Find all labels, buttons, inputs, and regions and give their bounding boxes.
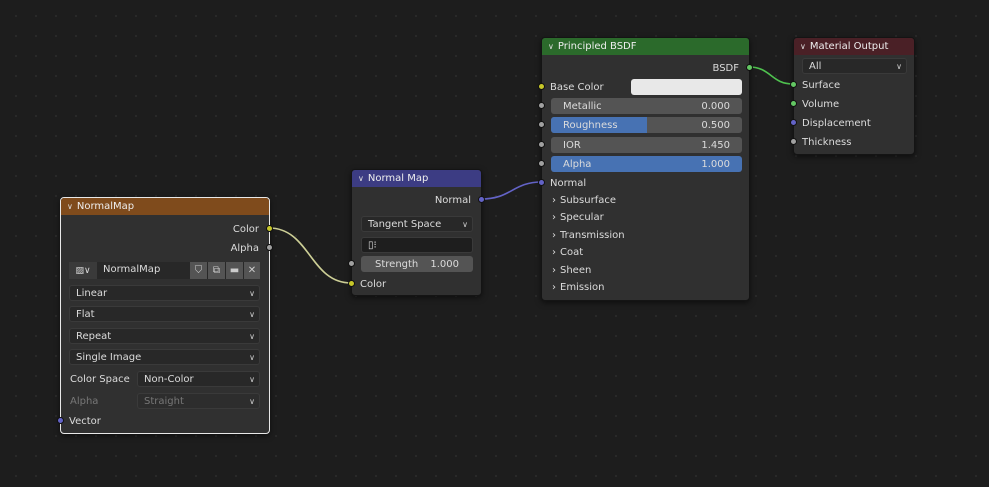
color-space-label: Color Space <box>70 374 130 385</box>
alpha-mode-dropdown: Straight ∨ <box>137 393 260 409</box>
alpha-slider[interactable]: Alpha 1.000 <box>551 156 742 172</box>
socket-volume[interactable] <box>790 100 797 107</box>
panel-coat[interactable]: › Coat <box>552 244 583 260</box>
chevron-right-icon: › <box>552 246 556 258</box>
node-title: Material Output <box>809 41 889 52</box>
principled-bsdf-node[interactable]: ∨ Principled BSDF BSDF Base Color Metalli… <box>538 37 753 301</box>
output-normal: Normal <box>434 194 471 206</box>
socket-strength[interactable] <box>348 260 355 267</box>
chevron-right-icon: › <box>552 281 556 293</box>
extension-dropdown[interactable]: Repeat ∨ <box>69 328 260 344</box>
node-header[interactable]: ∨ Normal Map <box>352 170 481 187</box>
fake-user-shield-icon[interactable]: ⛉ <box>190 262 207 279</box>
material-output-node[interactable]: ∨ Material Output All ∨ Surface Volume Dis… <box>790 37 915 155</box>
panel-sheen[interactable]: › Sheen <box>552 262 591 278</box>
image-name-field[interactable]: NormalMap <box>103 264 160 275</box>
output-bsdf: BSDF <box>712 62 739 74</box>
link-color <box>268 227 352 284</box>
duplicate-icon[interactable]: ⧉ <box>208 262 225 279</box>
projection-dropdown[interactable]: Flat ∨ <box>69 306 260 322</box>
chevron-right-icon: › <box>552 264 556 276</box>
node-header[interactable]: ∨ NormalMap <box>61 198 269 215</box>
input-color: Color <box>360 278 387 290</box>
socket-ior[interactable] <box>538 141 545 148</box>
socket-base-color[interactable] <box>538 83 545 90</box>
input-thickness: Thickness <box>802 136 852 148</box>
input-vector: Vector <box>69 415 101 427</box>
strength-slider[interactable]: Strength 1.000 <box>361 256 473 272</box>
socket-surface[interactable] <box>790 81 797 88</box>
node-title: Principled BSDF <box>557 41 637 52</box>
output-alpha: Alpha <box>230 242 259 254</box>
socket-normal-out[interactable] <box>478 196 485 203</box>
source-dropdown[interactable]: Single Image ∨ <box>69 349 260 365</box>
normal-map-node[interactable]: ∨ Normal Map Normal Tangent Space ∨ ▯⁝ Str… <box>348 169 485 296</box>
input-normal: Normal <box>550 177 587 189</box>
roughness-slider[interactable]: Roughness 0.500 <box>551 117 742 133</box>
chevron-right-icon: › <box>552 211 556 223</box>
socket-thickness[interactable] <box>790 138 797 145</box>
chevron-down-icon[interactable]: ∨ <box>67 202 73 211</box>
chevron-right-icon: › <box>552 229 556 241</box>
image-icon: ▨∨ <box>75 265 91 276</box>
socket-roughness[interactable] <box>538 121 545 128</box>
socket-bsdf[interactable] <box>746 64 753 71</box>
chevron-down-icon[interactable]: ∨ <box>548 42 554 51</box>
interpolation-dropdown[interactable]: Linear ∨ <box>69 285 260 301</box>
target-dropdown[interactable]: All ∨ <box>802 58 907 74</box>
panel-specular[interactable]: › Specular <box>552 209 604 225</box>
close-icon[interactable]: ✕ <box>244 262 260 279</box>
socket-color[interactable] <box>266 225 273 232</box>
panel-emission[interactable]: › Emission <box>552 279 605 295</box>
image-selector: ▨∨ NormalMap ⛉ ⧉ ▬ ✕ <box>69 262 260 279</box>
input-surface: Surface <box>802 79 841 91</box>
socket-alpha[interactable] <box>538 160 545 167</box>
node-header[interactable]: ∨ Principled BSDF <box>542 38 749 55</box>
socket-vector[interactable] <box>57 417 64 424</box>
panel-transmission[interactable]: › Transmission <box>552 227 625 243</box>
uv-icon: ▯⁝ <box>368 239 377 251</box>
panel-subsurface[interactable]: › Subsurface <box>552 192 616 208</box>
ior-slider[interactable]: IOR 1.450 <box>551 137 742 153</box>
node-title: Normal Map <box>367 173 429 184</box>
image-texture-node[interactable]: ∨ NormalMap Color Alpha ▨∨ NormalMap ⛉ ⧉ … <box>57 197 273 434</box>
output-color: Color <box>232 223 259 235</box>
space-dropdown[interactable]: Tangent Space ∨ <box>361 216 473 232</box>
node-title: NormalMap <box>76 201 135 212</box>
link-bsdf <box>748 66 794 85</box>
socket-displacement[interactable] <box>790 119 797 126</box>
alpha-mode-label: Alpha <box>70 396 99 407</box>
node-header[interactable]: ∨ Material Output <box>794 38 914 55</box>
chevron-down-icon[interactable]: ∨ <box>358 174 364 183</box>
chevron-right-icon: › <box>552 194 556 206</box>
socket-normal-in[interactable] <box>538 179 545 186</box>
image-browse-button[interactable]: ▨∨ <box>69 262 97 279</box>
metallic-slider[interactable]: Metallic 0.000 <box>551 98 742 114</box>
folder-icon[interactable]: ▬ <box>226 262 243 279</box>
color-space-dropdown[interactable]: Non-Color ∨ <box>137 371 260 387</box>
socket-alpha[interactable] <box>266 244 273 251</box>
chevron-down-icon[interactable]: ∨ <box>800 42 806 51</box>
socket-color-in[interactable] <box>348 280 355 287</box>
uv-map-field[interactable]: ▯⁝ <box>361 237 473 253</box>
base-color-swatch[interactable] <box>631 79 742 95</box>
input-displacement: Displacement <box>802 117 871 129</box>
input-volume: Volume <box>802 98 840 110</box>
socket-metallic[interactable] <box>538 102 545 109</box>
link-normal <box>480 181 543 200</box>
